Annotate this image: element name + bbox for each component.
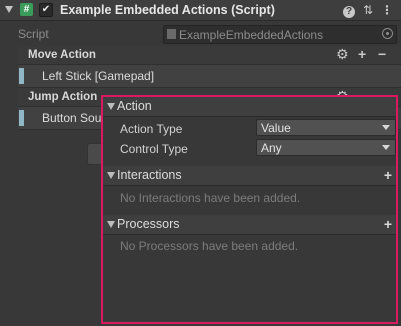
add-processor-icon[interactable]: + <box>384 216 392 232</box>
control-type-label: Control Type <box>120 142 188 156</box>
script-object-field[interactable]: ExampleEmbeddedActions <box>163 25 397 44</box>
remove-binding-icon[interactable]: − <box>378 47 386 61</box>
processors-empty-message: No Processors have been added. <box>120 239 299 253</box>
script-label: Script <box>18 27 49 41</box>
binding-label: Button Sou <box>42 111 102 125</box>
move-action-binding-row[interactable]: Left Stick [Gamepad] <box>18 64 401 88</box>
action-type-dropdown[interactable]: Value <box>256 119 396 136</box>
help-glyph: ? <box>343 6 355 18</box>
presets-icon[interactable]: ⇅ <box>361 3 375 17</box>
interactions-empty-message: No Interactions have been added. <box>120 191 301 205</box>
binding-label: Left Stick [Gamepad] <box>42 69 155 83</box>
interactions-section-header[interactable]: Interactions + <box>103 166 396 186</box>
interactions-section-title: Interactions <box>117 168 182 182</box>
binding-properties-popup: Action Action Type Value Control Type An… <box>101 95 398 324</box>
control-type-value: Any <box>261 141 282 155</box>
processors-section-title: Processors <box>117 217 180 231</box>
component-title: Example Embedded Actions (Script) <box>60 3 275 17</box>
jump-action-label: Jump Action <box>28 91 98 103</box>
move-action-label: Move Action <box>28 49 96 61</box>
add-interaction-icon[interactable]: + <box>384 167 392 183</box>
move-action-header: Move Action ⚙ + − <box>18 46 401 65</box>
expand-triangle-icon[interactable] <box>107 103 115 110</box>
gear-icon[interactable]: ⚙ <box>336 47 349 61</box>
script-icon: # <box>20 3 33 16</box>
add-binding-icon[interactable]: + <box>358 47 366 61</box>
action-type-label: Action Type <box>120 122 183 136</box>
action-type-value: Value <box>261 121 291 135</box>
foldout-triangle-icon[interactable] <box>5 6 13 13</box>
expand-triangle-icon[interactable] <box>107 172 115 179</box>
control-type-dropdown[interactable]: Any <box>256 139 396 156</box>
script-asset-icon <box>167 29 176 39</box>
processors-section-header[interactable]: Processors + <box>103 215 396 235</box>
action-section-title: Action <box>117 99 152 113</box>
object-picker-icon[interactable] <box>382 28 393 39</box>
chevron-down-icon <box>382 145 390 150</box>
chevron-down-icon <box>382 125 390 130</box>
binding-marker <box>19 110 24 126</box>
script-field-value: ExampleEmbeddedActions <box>179 28 324 42</box>
binding-marker <box>19 68 24 84</box>
expand-triangle-icon[interactable] <box>107 221 115 228</box>
help-icon[interactable]: ? <box>342 3 356 18</box>
action-section-header[interactable]: Action <box>103 97 396 117</box>
context-menu-icon[interactable]: ⋮ <box>380 3 394 17</box>
component-enabled-checkbox[interactable]: ✔ <box>39 3 53 17</box>
